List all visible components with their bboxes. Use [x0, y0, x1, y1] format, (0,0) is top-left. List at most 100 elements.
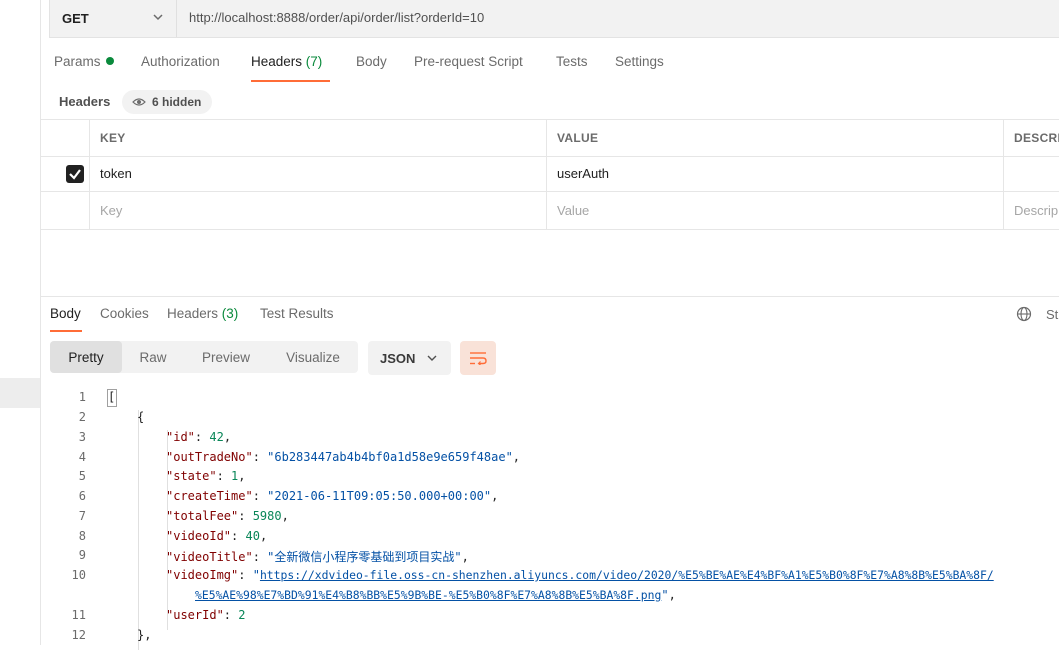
wrap-lines-button[interactable] [460, 341, 496, 375]
json-key: "state" [166, 469, 217, 483]
json-value: 40 [245, 529, 260, 543]
code-line: "videoTitle": "全新微信小程序零基础到项目实战", [166, 550, 469, 564]
tab-tests-label: Tests [556, 54, 588, 69]
response-tabs: Body Cookies Headers (3) Test Results [50, 306, 1059, 334]
code-line: "videoImg": "https://xdvideo-file.oss-cn… [166, 568, 994, 582]
hidden-headers-toggle[interactable]: 6 hidden [122, 90, 212, 114]
method-label: GET [62, 11, 89, 26]
json-value: "2021-06-11T09:05:50.000+00:00" [267, 489, 492, 503]
table-row-empty: Key Value Descrip [40, 192, 1059, 230]
tab-body[interactable]: Body [356, 54, 387, 69]
line-number: 2 [78, 410, 86, 424]
json-key: "videoImg" [166, 568, 239, 582]
json-key: "createTime" [166, 489, 253, 503]
tab-authorization[interactable]: Authorization [141, 54, 220, 69]
json-comma: , [491, 489, 499, 503]
checkbox-checked-icon[interactable] [66, 165, 84, 183]
tab-cookies[interactable]: Cookies [100, 306, 149, 321]
status-partial-label: St [1046, 307, 1059, 322]
code-line: "userId": 2 [166, 608, 246, 622]
header-key-cell[interactable]: token [89, 156, 546, 191]
chevron-down-icon [153, 14, 163, 21]
line-number: 1 [78, 390, 86, 404]
code-line: [ [108, 390, 116, 404]
json-key: "id" [166, 430, 195, 444]
json-comma: , [668, 588, 676, 602]
json-url-link[interactable]: https://xdvideo-file.oss-cn-shenzhen.ali… [260, 568, 994, 582]
wrap-lines-icon [470, 352, 487, 365]
json-key: "userId" [166, 608, 224, 622]
tab-response-headers[interactable]: Headers (3) [167, 306, 238, 321]
json-value: "6b283447ab4b4bf0a1d58e9e659f48ae" [267, 450, 513, 464]
json-value: "全新微信小程序零基础到项目实战" [267, 550, 462, 564]
tab-headers[interactable]: Headers (7) [251, 54, 322, 69]
json-comma: , [223, 430, 232, 444]
line-number: 6 [78, 489, 86, 503]
headers-section-title: Headers [59, 94, 111, 109]
table-header-row: KEY VALUE DESCRI [40, 120, 1059, 157]
tab-headers-label: Headers [251, 54, 303, 69]
line-number: 9 [78, 548, 86, 562]
json-key: "videoTitle" [166, 550, 253, 564]
params-indicator-dot [105, 57, 114, 65]
json-comma: , [259, 529, 268, 543]
tab-body-label: Body [356, 54, 387, 69]
json-comma: , [238, 469, 246, 483]
hidden-count-label: 6 hidden [152, 95, 202, 109]
code-line: "id": 42, [166, 430, 232, 444]
tab-settings-label: Settings [615, 54, 664, 69]
json-quote: " [252, 568, 260, 582]
json-url-link-continued[interactable]: %E5%AE%98%E7%BD%91%E4%B8%BB%E5%9B%BE-%E5… [195, 588, 661, 602]
new-description-input[interactable]: Descrip [1003, 192, 1059, 229]
tab-response-headers-label: Headers [167, 306, 219, 321]
tab-pre-request-label: Pre-request Script [414, 54, 523, 69]
tab-pre-request-script[interactable]: Pre-request Script [414, 54, 523, 69]
code-line: "videoId": 40, [166, 529, 268, 543]
tab-params[interactable]: Params [54, 54, 114, 69]
code-line: "outTradeNo": "6b283447ab4b4bf0a1d58e9e6… [166, 450, 521, 464]
sidebar-selected-item[interactable] [0, 378, 40, 408]
view-mode-pretty[interactable]: Pretty [50, 341, 122, 373]
code-line-wrapped: %E5%AE%98%E7%BD%91%E4%B8%BB%E5%9B%BE-%E5… [195, 588, 676, 602]
header-description-cell[interactable] [1003, 156, 1059, 191]
indent-guide [138, 410, 139, 650]
active-tab-underline [251, 80, 330, 82]
tab-authorization-label: Authorization [141, 54, 220, 69]
globe-icon[interactable] [1016, 306, 1032, 322]
line-number: 8 [78, 529, 86, 543]
new-value-input[interactable]: Value [546, 192, 1003, 229]
format-label: JSON [380, 350, 416, 366]
column-header-description: DESCRI [1003, 120, 1059, 156]
tab-test-results[interactable]: Test Results [260, 306, 334, 321]
tab-response-headers-count: (3) [221, 306, 239, 321]
chevron-down-icon [427, 355, 437, 361]
view-mode-switch: Pretty Raw Preview Visualize [50, 341, 358, 373]
code-line: "createTime": "2021-06-11T09:05:50.000+0… [166, 489, 499, 503]
tab-tests[interactable]: Tests [556, 54, 588, 69]
line-number: 10 [71, 568, 86, 582]
eye-icon [132, 98, 146, 106]
view-mode-raw[interactable]: Raw [122, 341, 184, 373]
json-value: 5980 [252, 509, 282, 523]
json-value: 2 [238, 608, 246, 622]
view-mode-visualize[interactable]: Visualize [268, 341, 358, 373]
tab-test-results-label: Test Results [260, 306, 334, 321]
pane-divider[interactable] [40, 296, 1059, 297]
format-select[interactable]: JSON [368, 341, 451, 375]
json-key: "outTradeNo" [166, 450, 253, 464]
json-comma: , [461, 550, 469, 564]
line-number: 4 [78, 450, 86, 464]
tab-settings[interactable]: Settings [615, 54, 664, 69]
tab-response-body[interactable]: Body [50, 306, 81, 321]
url-bar: GET http://localhost:8888/order/api/orde… [49, 0, 1059, 38]
method-select[interactable]: GET [50, 0, 177, 37]
tab-params-label: Params [54, 54, 101, 69]
header-value-cell[interactable]: userAuth [546, 156, 1003, 191]
left-sidebar [0, 0, 41, 645]
url-input[interactable]: http://localhost:8888/order/api/order/li… [189, 10, 484, 25]
new-key-input[interactable]: Key [89, 192, 546, 229]
view-mode-preview[interactable]: Preview [184, 341, 268, 373]
json-value: 42 [209, 430, 224, 444]
line-number: 11 [71, 608, 86, 622]
tab-cookies-label: Cookies [100, 306, 149, 321]
